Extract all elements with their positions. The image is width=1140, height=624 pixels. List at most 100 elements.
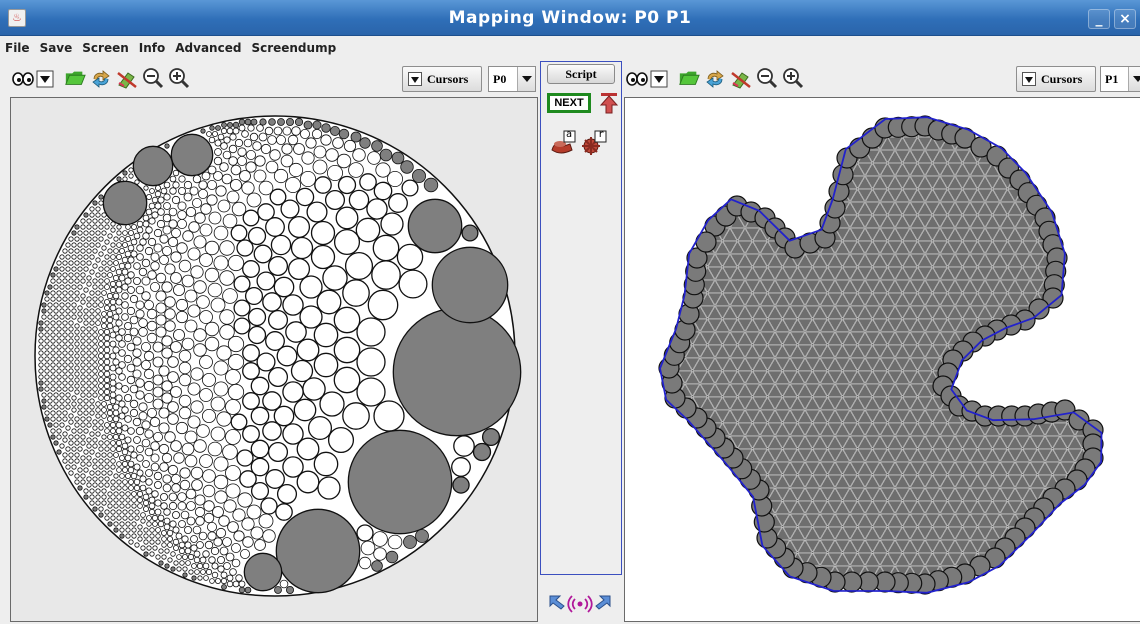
interior-packing-circle (71, 266, 77, 272)
interior-packing-circle (98, 251, 104, 257)
interior-packing-circle (80, 380, 86, 386)
interior-packing-circle (92, 218, 98, 224)
interior-packing-circle (250, 526, 264, 540)
interior-packing-circle (137, 530, 143, 536)
interior-packing-circle (137, 536, 143, 542)
interior-packing-circle (103, 376, 111, 384)
interior-packing-circle (131, 521, 137, 527)
interior-packing-circle (149, 527, 155, 533)
activity-r-icon[interactable]: r (581, 129, 607, 156)
menu-advanced[interactable]: Advanced (170, 37, 246, 59)
interior-packing-circle (179, 479, 191, 491)
interior-packing-circle (71, 314, 77, 320)
interior-packing-circle (98, 482, 104, 488)
cursors-dropdown[interactable]: Cursors (402, 66, 482, 92)
view-dropdown-icon[interactable] (648, 68, 670, 90)
interior-packing-circle (119, 491, 125, 497)
range-packing-canvas[interactable] (624, 97, 1140, 622)
interior-packing-circle (167, 371, 179, 383)
menu-file[interactable]: File (0, 37, 35, 59)
interior-packing-circle (56, 356, 62, 362)
menu-save[interactable]: Save (35, 37, 78, 59)
interior-packing-circle (143, 539, 149, 545)
interior-packing-circle (80, 374, 86, 380)
interior-packing-circle (83, 404, 89, 410)
interior-packing-circle (453, 435, 475, 457)
interior-packing-circle (134, 542, 140, 548)
interior-packing-circle (373, 547, 387, 561)
interior-packing-circle (118, 262, 126, 270)
boundary-packing-circle (119, 533, 125, 539)
interior-packing-circle (80, 248, 86, 254)
interior-packing-circle (68, 356, 74, 362)
interior-packing-circle (152, 521, 158, 527)
interior-packing-circle (107, 470, 113, 476)
boundary-packing-circle (164, 143, 170, 149)
interior-packing-circle (154, 499, 162, 507)
menu-info[interactable]: Info (134, 37, 170, 59)
zoom-out-icon[interactable] (142, 67, 164, 89)
interior-packing-circle (127, 271, 135, 279)
interior-packing-circle (122, 509, 128, 515)
minimize-button[interactable]: _ (1088, 9, 1110, 29)
interior-packing-circle (112, 358, 120, 366)
cursors-dropdown[interactable]: Cursors (1016, 66, 1096, 92)
interior-packing-circle (242, 536, 254, 548)
interior-packing-circle (110, 221, 116, 227)
erase-icon[interactable] (116, 68, 138, 90)
packing-selector[interactable]: P1 (1100, 66, 1140, 92)
interior-packing-circle (359, 173, 377, 191)
menu-screendump[interactable]: Screendump (246, 37, 341, 59)
interior-packing-circle (115, 286, 123, 294)
interior-packing-circle (267, 366, 289, 388)
menu-screen[interactable]: Screen (77, 37, 134, 59)
zoom-out-icon[interactable] (756, 67, 778, 89)
sync-signal-icon[interactable] (548, 592, 612, 614)
interior-packing-circle (143, 527, 149, 533)
erase-icon[interactable] (730, 68, 752, 90)
up-arrow-icon[interactable] (599, 92, 619, 114)
refresh-icon[interactable] (90, 68, 112, 90)
folder-icon[interactable] (64, 67, 86, 89)
view-dropdown-icon[interactable] (34, 68, 56, 90)
eyes-icon[interactable] (12, 68, 34, 90)
boundary-packing-circle (215, 125, 221, 131)
zoom-in-icon[interactable] (168, 67, 190, 89)
folder-icon[interactable] (678, 67, 700, 89)
interior-packing-circle (122, 515, 128, 521)
interior-packing-circle (451, 457, 471, 477)
domain-packing-canvas[interactable] (10, 97, 538, 622)
activity-a-icon[interactable]: a (550, 129, 576, 156)
interior-packing-circle (247, 124, 255, 132)
interior-packing-circle (190, 466, 204, 480)
refresh-icon[interactable] (704, 68, 726, 90)
interior-packing-circle (50, 410, 56, 416)
eyes-icon[interactable] (626, 68, 648, 90)
next-button[interactable]: NEXT (547, 93, 591, 113)
interior-packing-circle (80, 236, 86, 242)
interior-packing-circle (250, 376, 270, 396)
packing-selector[interactable]: P0 (488, 66, 536, 92)
interior-packing-circle (139, 238, 147, 246)
interior-packing-circle (101, 452, 107, 458)
interior-packing-circle (153, 243, 163, 253)
interior-packing-circle (343, 139, 357, 153)
interior-packing-circle (190, 535, 198, 543)
boundary-packing-circle (41, 302, 47, 308)
interior-packing-circle (95, 500, 101, 506)
interior-packing-circle (101, 407, 107, 413)
interior-packing-circle (92, 236, 98, 242)
close-button[interactable]: × (1114, 9, 1136, 29)
chevron-down-icon[interactable] (517, 67, 535, 91)
interior-packing-circle (95, 407, 101, 413)
interior-packing-circle (104, 284, 110, 290)
boundary-packing-circle (400, 160, 414, 174)
chevron-down-icon[interactable] (1128, 67, 1140, 91)
script-button[interactable]: Script (547, 64, 615, 84)
interior-packing-circle (258, 132, 268, 142)
zoom-in-icon[interactable] (782, 67, 804, 89)
interior-packing-circle (103, 382, 111, 390)
interior-packing-circle (86, 386, 92, 392)
interior-packing-circle (136, 454, 144, 462)
menu-bar: File Save Screen Info Advanced Screendump (0, 37, 1140, 59)
